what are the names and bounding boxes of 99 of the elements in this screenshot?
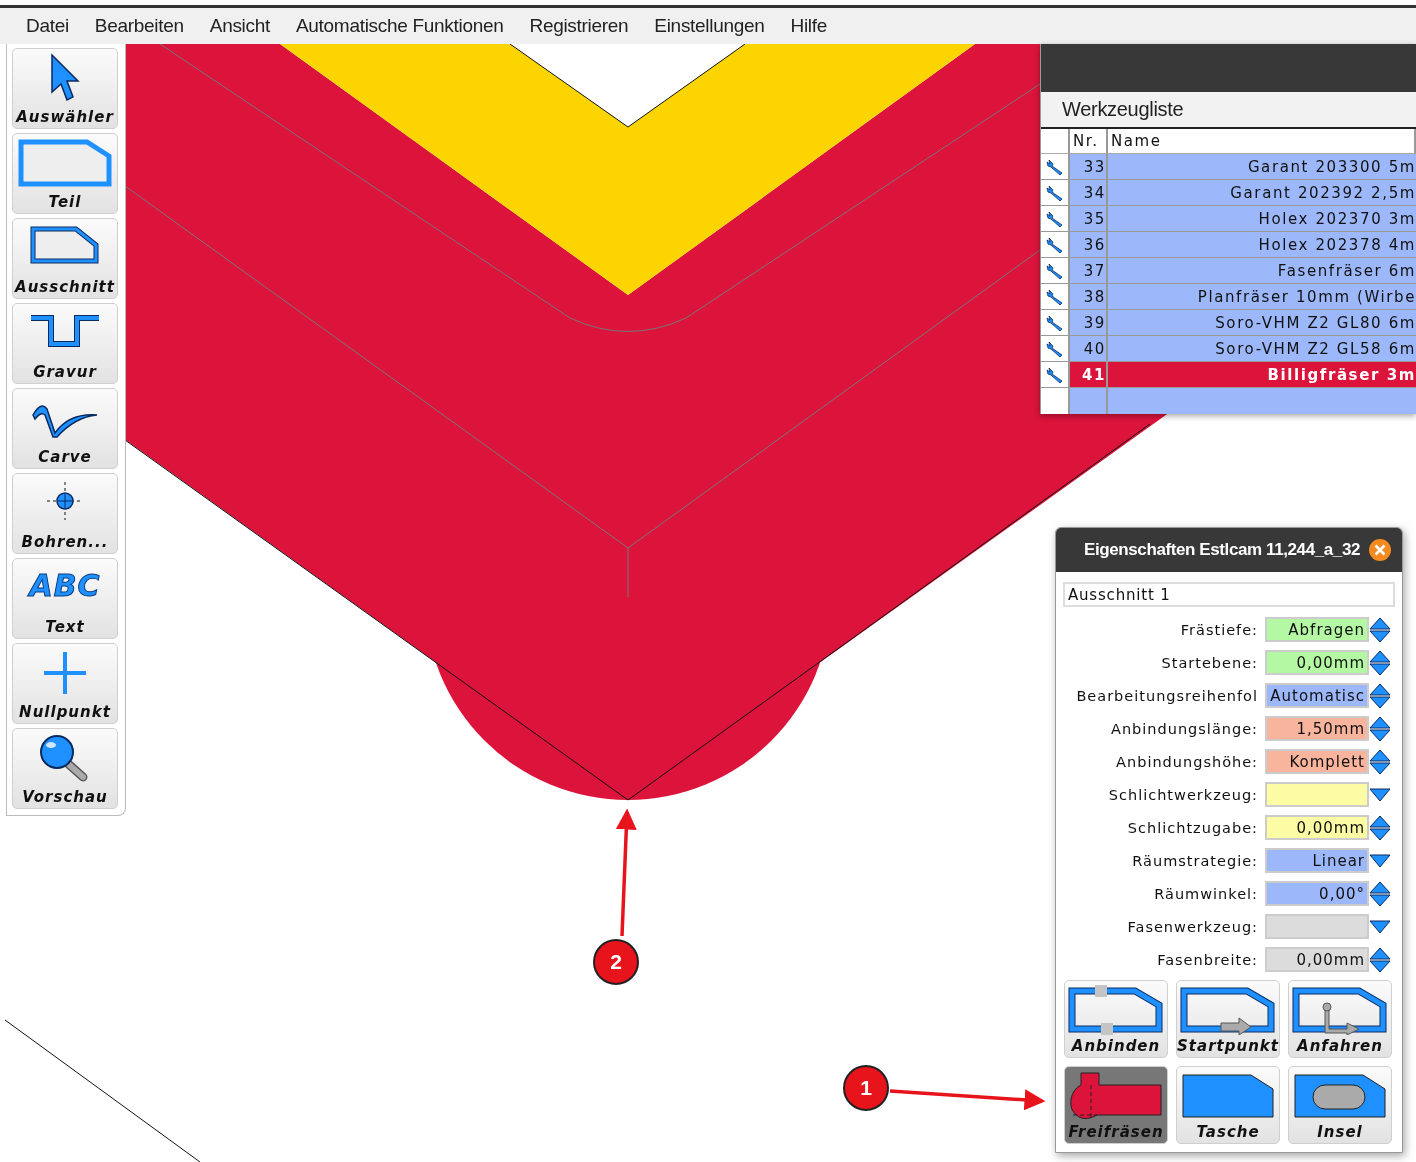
wrench-icon bbox=[1045, 235, 1064, 254]
wrench-icon bbox=[1045, 313, 1064, 332]
value-field[interactable]: Abfragen bbox=[1265, 617, 1369, 642]
field-label: Fasenbreite: bbox=[1156, 951, 1259, 968]
tool-button[interactable]: Gravur bbox=[12, 303, 118, 384]
tool-number-cell[interactable]: 39 bbox=[1070, 310, 1108, 336]
tool-name-cell[interactable]: Garant 202392 2,5m bbox=[1108, 180, 1416, 206]
callout-badge: 2 bbox=[593, 939, 639, 985]
callout-badge: 1 bbox=[843, 1065, 889, 1111]
approach-outline-icon bbox=[1291, 985, 1389, 1035]
window-title: Werkzeugliste bbox=[1041, 92, 1416, 127]
tool-name-cell[interactable]: Holex 202378 4m bbox=[1108, 232, 1416, 258]
dropdown-arrow-icon[interactable] bbox=[1369, 919, 1391, 934]
tool-number-cell[interactable]: 33 bbox=[1070, 154, 1108, 180]
operation-button[interactable]: Anfahren bbox=[1288, 980, 1392, 1058]
tool-name-cell[interactable]: Planfräser 10mm (Wirbe bbox=[1108, 284, 1416, 310]
tool-name-cell[interactable]: Garant 203300 5m bbox=[1108, 154, 1416, 180]
tool-number-cell[interactable]: 34 bbox=[1070, 180, 1108, 206]
tool-button[interactable]: Vorschau bbox=[12, 728, 118, 809]
operation-button[interactable]: Tasche bbox=[1176, 1066, 1280, 1144]
value-field[interactable]: 0,00° bbox=[1265, 881, 1369, 906]
spinner-arrows-icon[interactable] bbox=[1369, 616, 1391, 643]
tool-name-cell[interactable]: Billigfräser 3m bbox=[1108, 362, 1416, 388]
tool-number-cell[interactable]: 38 bbox=[1070, 284, 1108, 310]
menu-item[interactable]: Datei bbox=[26, 15, 69, 37]
tool-button[interactable]: Bohren... bbox=[12, 473, 118, 554]
tool-name-cell[interactable]: Soro-VHM Z2 GL80 6m bbox=[1108, 310, 1416, 336]
menu-item[interactable]: Bearbeiten bbox=[94, 15, 184, 37]
tabbed-outline-icon bbox=[1067, 985, 1165, 1035]
operation-button[interactable]: Freifräsen bbox=[1064, 1066, 1168, 1144]
spinner-arrows-icon[interactable] bbox=[1369, 649, 1391, 676]
field-label: Räumwinkel: bbox=[1153, 885, 1259, 902]
tool-number-cell[interactable]: 35 bbox=[1070, 206, 1108, 232]
column-header[interactable]: Nr. bbox=[1070, 129, 1108, 154]
tool-number-cell[interactable]: 40 bbox=[1070, 336, 1108, 362]
dropdown-arrow-icon[interactable] bbox=[1369, 853, 1391, 868]
tool-name-cell[interactable]: Soro-VHM Z2 GL58 6m bbox=[1108, 336, 1416, 362]
wrench-icon bbox=[1045, 339, 1064, 358]
name-field[interactable]: Ausschnitt 1 bbox=[1063, 582, 1395, 607]
spinner-arrows-icon[interactable] bbox=[1369, 880, 1391, 907]
field-label: Fasenwerkzeug: bbox=[1126, 918, 1259, 935]
spinner-arrows-icon[interactable] bbox=[1369, 814, 1391, 841]
value-field[interactable] bbox=[1265, 782, 1369, 807]
value-field[interactable]: Automatisc bbox=[1265, 683, 1369, 708]
value-field[interactable]: Komplett bbox=[1265, 749, 1369, 774]
field-label: Schlichtwerkzeug: bbox=[1107, 786, 1259, 803]
field-label: Anbindungshöhe: bbox=[1115, 753, 1259, 770]
tool-button[interactable]: Carve bbox=[12, 388, 118, 469]
wrench-icon bbox=[1045, 157, 1064, 176]
menu-item[interactable]: Automatische Funktionen bbox=[296, 15, 504, 37]
tool-button[interactable]: ABC Text bbox=[12, 558, 118, 639]
operation-button[interactable]: Insel bbox=[1288, 1066, 1392, 1144]
tool-number-cell[interactable]: 41 bbox=[1070, 362, 1108, 388]
clearing-shape-icon bbox=[1067, 1071, 1165, 1121]
spinner-arrows-icon[interactable] bbox=[1369, 715, 1391, 742]
tool-button[interactable]: Ausschnitt bbox=[12, 218, 118, 299]
operation-button[interactable]: Startpunkt bbox=[1176, 980, 1280, 1058]
wrench-icon bbox=[1045, 287, 1064, 306]
value-field[interactable]: 0,00mm bbox=[1265, 650, 1369, 675]
spinner-arrows-icon[interactable] bbox=[1369, 748, 1391, 775]
value-field[interactable]: 0,00mm bbox=[1265, 815, 1369, 840]
wrench-icon bbox=[1045, 209, 1064, 228]
wrench-icon bbox=[1045, 261, 1064, 280]
menu-item[interactable]: Hilfe bbox=[790, 15, 828, 37]
menu-item[interactable]: Einstellungen bbox=[654, 15, 765, 37]
field-label: Anbindungslänge: bbox=[1110, 720, 1259, 737]
close-icon[interactable] bbox=[1368, 538, 1392, 562]
spinner-arrows-icon[interactable] bbox=[1369, 682, 1391, 709]
letters-icon: ABC bbox=[29, 563, 101, 609]
column-header[interactable]: Name bbox=[1108, 129, 1416, 154]
tool-button[interactable]: Teil bbox=[12, 133, 118, 214]
start-arrow-outline-icon bbox=[1179, 985, 1277, 1035]
wrench-icon bbox=[1045, 183, 1064, 202]
value-field[interactable]: Linear bbox=[1265, 848, 1369, 873]
tool-button[interactable]: Nullpunkt bbox=[12, 643, 118, 724]
value-field[interactable] bbox=[1265, 914, 1369, 939]
tool-name-cell[interactable]: Fasenfräser 6m bbox=[1108, 258, 1416, 284]
wrench-icon bbox=[1045, 365, 1064, 384]
tool-number-cell[interactable]: 36 bbox=[1070, 232, 1108, 258]
value-field[interactable]: 0,00mm bbox=[1265, 947, 1369, 972]
field-label: Schlichtzugabe: bbox=[1126, 819, 1259, 836]
menu-item[interactable]: Registrieren bbox=[529, 15, 629, 37]
tool-name-cell[interactable]: Holex 202370 3m bbox=[1108, 206, 1416, 232]
pocket-shape-icon bbox=[1179, 1071, 1277, 1121]
field-label: Bearbeitungsreihenfol bbox=[1075, 687, 1259, 704]
menu-item[interactable]: Ansicht bbox=[209, 15, 270, 37]
tool-number-cell[interactable]: 37 bbox=[1070, 258, 1108, 284]
operation-button[interactable]: Anbinden bbox=[1064, 980, 1168, 1058]
part-outline-icon bbox=[17, 138, 113, 188]
field-label: Startebene: bbox=[1160, 654, 1259, 671]
field-label: Räumstrategie: bbox=[1131, 852, 1259, 869]
dropdown-arrow-icon[interactable] bbox=[1369, 787, 1391, 802]
field-label: Frästiefe: bbox=[1179, 621, 1259, 638]
window-title: Eigenschaften Estlcam 11,244_a_32 bbox=[1084, 540, 1360, 560]
spinner-arrows-icon[interactable] bbox=[1369, 946, 1391, 973]
tool-button[interactable]: Auswähler bbox=[12, 48, 118, 129]
island-shape-icon bbox=[1291, 1071, 1389, 1121]
value-field[interactable]: 1,50mm bbox=[1265, 716, 1369, 741]
cursor-arrow-icon bbox=[48, 53, 82, 103]
